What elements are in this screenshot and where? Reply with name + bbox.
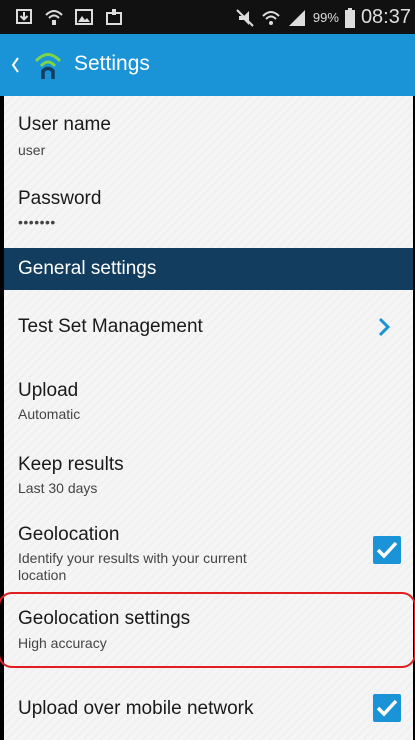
settings-list: User name user Password ••••••• General … [0, 96, 415, 740]
chevron-right-icon [378, 317, 391, 337]
geolocation-summary-line2: location [18, 567, 67, 583]
geolocation-setting[interactable]: Geolocation Identify your results with y… [4, 512, 413, 592]
upload-title: Upload [18, 380, 79, 401]
battery-percent: 99% [312, 10, 339, 25]
wifi-icon [262, 10, 280, 25]
keep-results-value: Last 30 days [18, 480, 98, 496]
status-bar-notifications [14, 7, 124, 27]
keep-results-title: Keep results [18, 454, 124, 475]
checkmark-icon [376, 699, 398, 717]
status-bar-system: 99% 08:37 [235, 6, 411, 29]
password-setting[interactable]: Password ••••••• [4, 172, 413, 248]
geolocation-title: Geolocation [18, 524, 120, 545]
highlight-annotation [0, 592, 415, 668]
test-set-management-setting[interactable]: Test Set Management [4, 290, 413, 364]
wifi-notification-icon [45, 10, 63, 25]
upload-mobile-title: Upload over mobile network [18, 698, 254, 719]
mute-vibrate-icon [236, 8, 254, 27]
username-setting[interactable]: User name user [4, 96, 413, 172]
cell-signal-icon [288, 9, 305, 26]
geolocation-summary-line1: Identify your results with your current [18, 550, 247, 566]
back-chevron-icon[interactable] [10, 56, 20, 74]
action-bar: Settings [0, 34, 415, 96]
upload-mobile-network-setting[interactable]: Upload over mobile network [4, 668, 413, 740]
keep-results-setting[interactable]: Keep results Last 30 days [4, 438, 413, 512]
password-title: Password [18, 188, 102, 209]
password-value: ••••••• [18, 214, 56, 230]
download-notification-icon [16, 9, 32, 24]
username-title: User name [18, 114, 111, 135]
upload-mobile-checkbox[interactable] [373, 694, 401, 722]
page-title: Settings [74, 52, 150, 75]
general-settings-header: General settings [4, 248, 413, 290]
phone-screen: 99% 08:37 Settings User name user Passwo… [0, 0, 415, 740]
geolocation-checkbox[interactable] [373, 536, 401, 564]
test-set-title: Test Set Management [18, 316, 203, 337]
upload-value: Automatic [18, 406, 81, 422]
gallery-icon [75, 9, 93, 25]
status-bar: 99% 08:37 [0, 0, 415, 34]
cast-icon [106, 9, 122, 25]
section-title: General settings [18, 258, 157, 279]
clock: 08:37 [360, 6, 411, 28]
username-value: user [18, 142, 46, 158]
battery-icon [344, 7, 355, 28]
checkmark-icon [376, 541, 398, 559]
upload-setting[interactable]: Upload Automatic [4, 364, 413, 438]
app-logo-icon[interactable] [34, 50, 62, 80]
